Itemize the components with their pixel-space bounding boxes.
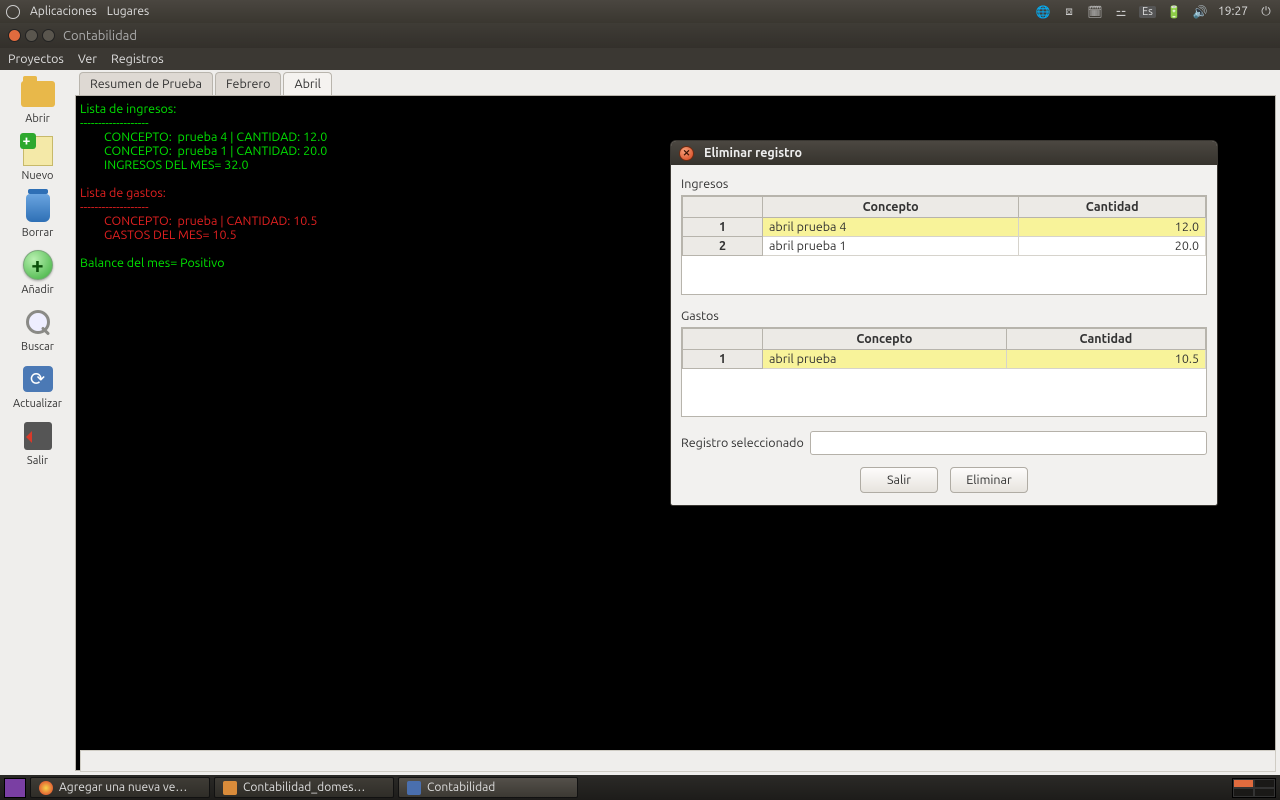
window-close-button[interactable] xyxy=(8,29,21,42)
abrir-button[interactable]: Abrir xyxy=(3,74,73,127)
battery-icon[interactable]: 🔋 xyxy=(1166,4,1182,20)
actualizar-label: Actualizar xyxy=(13,398,62,410)
window-titlebar: Contabilidad xyxy=(0,23,1280,48)
gnome-top-panel: Aplicaciones Lugares 🌐 ⧈ 🗓 ⚍ Es 🔋 🔊 19:2… xyxy=(0,0,1280,23)
dropbox-icon[interactable]: ⧈ xyxy=(1061,4,1077,20)
table-row[interactable]: 2 abril prueba 1 20.0 xyxy=(683,237,1206,256)
eliminar-registro-dialog: ✕ Eliminar registro Ingresos Concepto Ca… xyxy=(670,140,1218,506)
taskbar-label: Contabilidad_domes… xyxy=(243,781,365,794)
app-icon xyxy=(407,781,421,795)
power-icon[interactable]: ⏻ xyxy=(1258,4,1274,20)
bottom-taskbar: Agregar una nueva ve… Contabilidad_domes… xyxy=(0,775,1280,800)
menu-proyectos[interactable]: Proyectos xyxy=(8,52,64,66)
borrar-label: Borrar xyxy=(22,227,54,239)
registro-seleccionado-input[interactable] xyxy=(810,431,1207,455)
menu-ver[interactable]: Ver xyxy=(78,52,97,66)
plus-circle-icon: + xyxy=(23,250,53,280)
taskbar-label: Contabilidad xyxy=(427,781,495,794)
salir-label: Salir xyxy=(27,455,48,467)
document-new-icon xyxy=(23,136,53,166)
ingresos-sep: ------------------- xyxy=(80,116,1271,130)
gastos-table[interactable]: Concepto Cantidad 1 abril prueba 10.5 xyxy=(682,328,1206,369)
gastos-section-label: Gastos xyxy=(681,309,1207,323)
folder-open-icon xyxy=(21,81,55,107)
abrir-label: Abrir xyxy=(25,113,50,125)
taskbar-item[interactable]: Agregar una nueva ve… xyxy=(30,777,210,798)
anadir-button[interactable]: + Añadir xyxy=(3,245,73,298)
registro-seleccionado-label: Registro seleccionado xyxy=(681,436,804,450)
menubar: Proyectos Ver Registros xyxy=(0,48,1280,70)
workspace-switcher[interactable] xyxy=(1232,778,1276,798)
content-area: Resumen de Prueba Febrero Abril Lista de… xyxy=(75,70,1280,775)
nuevo-button[interactable]: Nuevo xyxy=(3,131,73,184)
tab-resumen[interactable]: Resumen de Prueba xyxy=(79,72,213,95)
dialog-eliminar-button[interactable]: Eliminar xyxy=(950,467,1028,493)
search-icon xyxy=(24,308,52,336)
menu-registros[interactable]: Registros xyxy=(111,52,164,66)
ingresos-section-label: Ingresos xyxy=(681,177,1207,191)
tab-febrero[interactable]: Febrero xyxy=(215,72,281,95)
col-cantidad: Cantidad xyxy=(1006,329,1205,350)
tabbar: Resumen de Prueba Febrero Abril xyxy=(79,72,1276,95)
actualizar-button[interactable]: ⟳ Actualizar xyxy=(3,359,73,412)
window-title: Contabilidad xyxy=(63,29,137,43)
places-menu[interactable]: Lugares xyxy=(107,5,149,18)
table-row[interactable]: 1 abril prueba 4 12.0 xyxy=(683,218,1206,237)
apps-menu[interactable]: Aplicaciones xyxy=(30,5,97,18)
statusbar xyxy=(80,750,1276,772)
tab-abril[interactable]: Abril xyxy=(283,72,332,95)
ingresos-header: Lista de ingresos: xyxy=(80,102,1271,116)
table-row[interactable]: 1 abril prueba 10.5 xyxy=(683,350,1206,369)
borrar-button[interactable]: Borrar xyxy=(3,188,73,241)
show-desktop-icon[interactable] xyxy=(4,778,26,798)
buscar-button[interactable]: Buscar xyxy=(3,302,73,355)
salir-button[interactable]: Salir xyxy=(3,416,73,469)
dialog-close-button[interactable]: ✕ xyxy=(679,146,694,161)
client-area: Abrir Nuevo Borrar + Añadir Buscar ⟳ Act… xyxy=(0,70,1280,775)
calendar-icon[interactable]: 🗓 xyxy=(1087,4,1103,20)
wifi-icon[interactable]: ⚍ xyxy=(1113,4,1129,20)
taskbar-item[interactable]: Contabilidad xyxy=(398,777,578,798)
chrome-icon xyxy=(39,781,53,795)
col-concepto: Concepto xyxy=(763,197,1019,218)
clock[interactable]: 19:27 xyxy=(1218,5,1248,18)
keyboard-indicator[interactable]: Es xyxy=(1139,6,1156,18)
dialog-salir-button[interactable]: Salir xyxy=(860,467,938,493)
terminal-output: Lista de ingresos: ------------------- C… xyxy=(75,95,1276,771)
buscar-label: Buscar xyxy=(21,341,54,353)
dialog-title: Eliminar registro xyxy=(704,146,802,160)
file-manager-icon xyxy=(223,781,237,795)
taskbar-item[interactable]: Contabilidad_domes… xyxy=(214,777,394,798)
anadir-label: Añadir xyxy=(21,284,53,296)
toolbar-sidebar: Abrir Nuevo Borrar + Añadir Buscar ⟳ Act… xyxy=(0,70,75,775)
ingresos-table[interactable]: Concepto Cantidad 1 abril prueba 4 12.0 … xyxy=(682,196,1206,256)
col-cantidad: Cantidad xyxy=(1019,197,1206,218)
dialog-titlebar: ✕ Eliminar registro xyxy=(671,141,1217,165)
taskbar-label: Agregar una nueva ve… xyxy=(59,781,187,794)
exit-icon xyxy=(24,422,52,450)
nuevo-label: Nuevo xyxy=(22,170,54,182)
window-minimize-button[interactable] xyxy=(25,29,38,42)
window-maximize-button[interactable] xyxy=(42,29,55,42)
refresh-icon: ⟳ xyxy=(23,366,53,392)
ubuntu-logo-icon xyxy=(6,5,20,19)
volume-icon[interactable]: 🔊 xyxy=(1192,4,1208,20)
globe-icon[interactable]: 🌐 xyxy=(1035,4,1051,20)
col-concepto: Concepto xyxy=(763,329,1007,350)
trash-icon xyxy=(26,194,50,222)
